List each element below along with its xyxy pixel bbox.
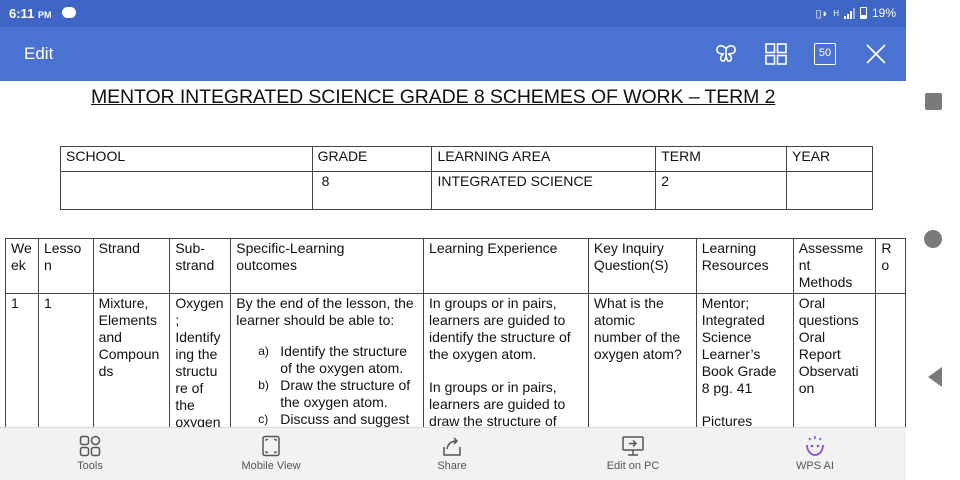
experience-cell: In groups or in pairs, learners are guide… <box>423 293 589 427</box>
back-button[interactable] <box>926 366 944 388</box>
bottom-toolbar: Tools Mobile View Share Edit on PC WPS A… <box>0 427 906 480</box>
list-item: c) Discuss and suggest <box>258 411 410 427</box>
outcomes-header: Specific-Learning outcomes <box>230 238 425 294</box>
resources-header: Learning Resources <box>695 238 794 294</box>
close-icon[interactable] <box>864 42 888 66</box>
signal-icon <box>843 7 855 19</box>
assessment-header: Assessme nt Methods <box>792 238 877 294</box>
home-button[interactable] <box>924 230 942 248</box>
school-value <box>60 171 313 210</box>
lesson-header: Lesso n <box>37 238 94 294</box>
message-notification-icon <box>62 7 76 18</box>
table-header-row: We ek Lesso n Strand Sub-strand Specific-L… <box>5 238 906 294</box>
clock: 6:11 PM <box>9 6 52 21</box>
resources-cell: Mentor; Integrated Science Learner’s Book Gr… <box>695 293 794 427</box>
term-header: TERM <box>655 146 788 172</box>
status-bar: 6:11 PM ▯◗ H 19% <box>0 0 906 27</box>
status-indicators: ▯◗ H 19% <box>815 6 896 20</box>
week-cell: 1 <box>5 293 39 427</box>
scheme-of-work-table: We ek Lesso n Strand Sub-strand Specific-L… <box>5 238 906 427</box>
experience-header: Learning Experience <box>423 238 589 294</box>
mobile-view-button[interactable]: Mobile View <box>211 428 331 472</box>
document-view[interactable]: MENTOR INTEGRATED SCIENCE GRADE 8 SCHEME… <box>0 81 906 427</box>
screen: 6:11 PM ▯◗ H 19% Edit 50 MENTOR INTEGRAT… <box>0 0 960 480</box>
wps-ai-icon <box>806 436 824 456</box>
document-title: MENTOR INTEGRATED SCIENCE GRADE 8 SCHEME… <box>91 86 776 108</box>
tools-button[interactable]: Tools <box>30 428 150 472</box>
share-icon <box>443 437 461 456</box>
learning-area-value: INTEGRATED SCIENCE <box>431 171 657 210</box>
butterfly-icon[interactable] <box>714 42 738 66</box>
page-count-icon[interactable]: 50 <box>814 43 836 65</box>
assessment-cell: Oral questions Oral Report Observati on <box>792 293 877 427</box>
grade-value: 8 <box>311 171 433 210</box>
recents-button[interactable] <box>925 93 942 110</box>
school-info-table: SCHOOL GRADE LEARNING AREA TERM YEAR 8 I… <box>60 146 873 210</box>
year-value <box>786 171 873 210</box>
wps-ai-button[interactable]: WPS AI <box>755 428 875 472</box>
network-type: H <box>833 8 839 18</box>
reflection-cell <box>875 293 906 427</box>
strand-header: Strand <box>92 238 171 294</box>
week-header: We ek <box>5 238 39 294</box>
sub-strand-cell: Oxygen; Identify ing the structu re of the oxy… <box>169 293 232 427</box>
battery-icon <box>859 7 867 19</box>
tools-icon <box>79 435 101 457</box>
outcomes-cell: By the end of the lesson, the learner sho… <box>230 293 425 427</box>
system-navigation <box>906 0 960 480</box>
school-header: SCHOOL <box>60 146 313 172</box>
vibrate-icon: ▯◗ <box>815 7 829 20</box>
battery-percent: 19% <box>871 6 896 20</box>
top-toolbar: Edit 50 <box>0 27 906 81</box>
inquiry-cell: What is the atomic number of the oxygen ato… <box>587 293 697 427</box>
year-header: YEAR <box>786 146 873 172</box>
grid-icon[interactable] <box>764 42 788 66</box>
lesson-cell: 1 <box>37 293 94 427</box>
edit-button[interactable]: Edit <box>24 44 53 64</box>
strand-cell: Mixture, Elements and Compoun ds <box>92 293 171 427</box>
share-button[interactable]: Share <box>392 428 512 472</box>
sub-strand-header: Sub-strand <box>169 238 232 294</box>
edit-on-pc-button[interactable]: Edit on PC <box>573 428 693 472</box>
edit-on-pc-icon <box>622 436 644 456</box>
inquiry-header: Key Inquiry Question(S) <box>587 238 697 294</box>
table-row: 1 1 Mixture, Elements and Compoun ds Oxygen;… <box>5 293 906 427</box>
learning-area-header: LEARNING AREA <box>431 146 657 172</box>
reflection-header: Ro <box>875 238 906 294</box>
outcomes-list: a) Identify the structure of the oxygen at… <box>236 343 418 427</box>
list-item: a) Identify the structure of the oxygen at… <box>258 343 408 376</box>
grade-header: GRADE <box>311 146 433 172</box>
term-value: 2 <box>655 171 788 210</box>
list-item: b) Draw the structure of the oxygen atom. <box>258 377 411 410</box>
mobile-view-icon <box>262 435 280 457</box>
